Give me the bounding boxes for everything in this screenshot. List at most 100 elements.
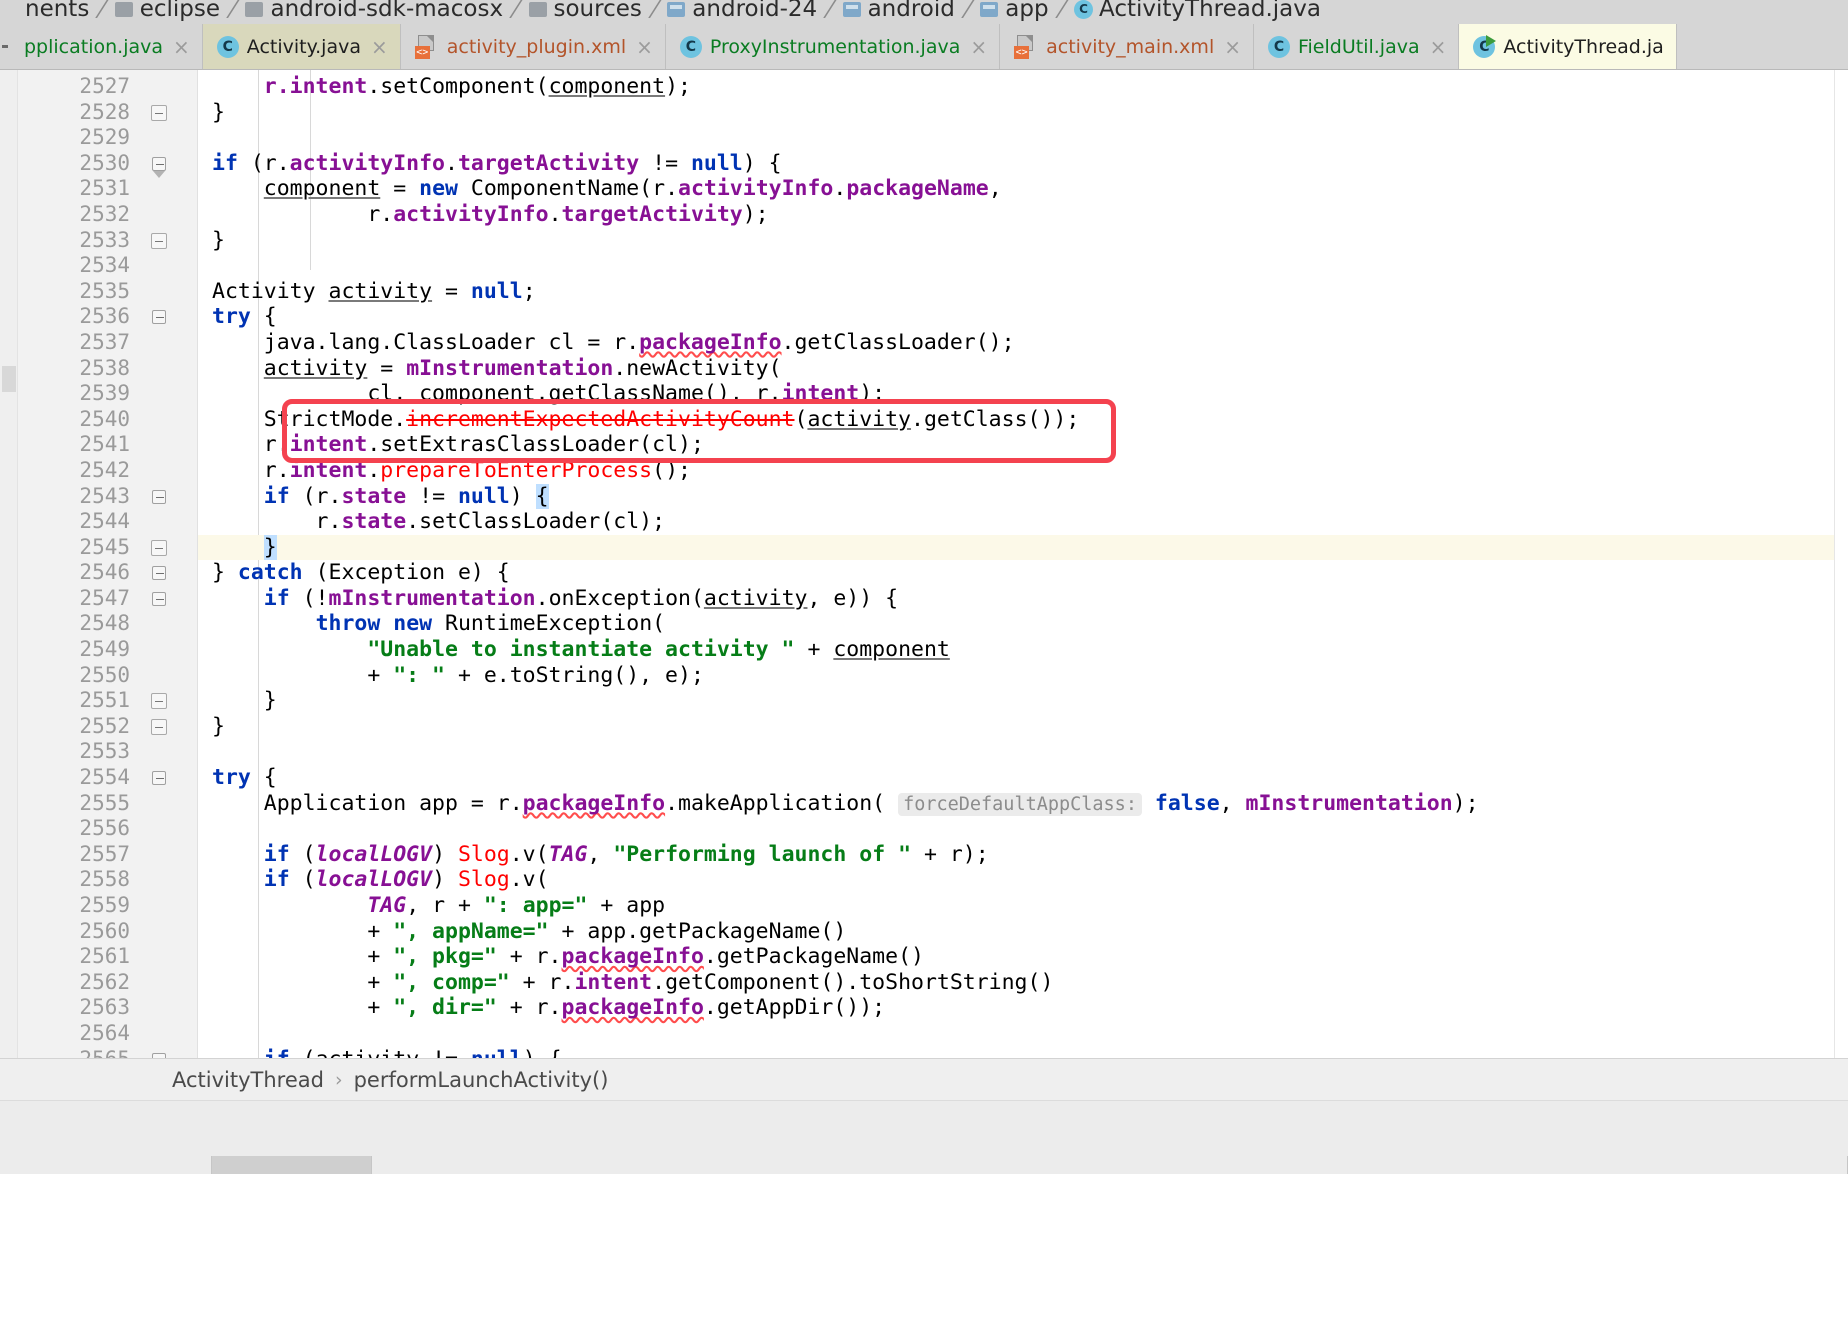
- code-line-2555[interactable]: Application app = r.packageInfo.makeAppl…: [198, 791, 1848, 817]
- code-line-2541[interactable]: r.intent.setExtrasClassLoader(cl);: [198, 432, 1848, 458]
- code-line-2560[interactable]: + ", appName=" + app.getPackageName(): [198, 919, 1848, 945]
- code-line-2543[interactable]: if (r.state != null) {: [198, 483, 1848, 510]
- tab-pplication-java[interactable]: pplication.java ×: [10, 24, 203, 69]
- breadcrumb-item-1[interactable]: eclipse: [114, 0, 220, 22]
- code-line-2528[interactable]: }: [198, 100, 1848, 126]
- line-number: 2532: [79, 201, 130, 226]
- line-number: 2552: [79, 713, 130, 738]
- tab-activity-main-xml[interactable]: <> activity_main.xml ×: [1000, 24, 1254, 69]
- fold-marker[interactable]: [140, 765, 197, 791]
- code-line-2542[interactable]: r.intent.prepareToEnterProcess();: [198, 458, 1848, 484]
- fold-marker[interactable]: [140, 304, 197, 330]
- fold-marker[interactable]: [140, 484, 197, 510]
- code-line-2561[interactable]: + ", pkg=" + r.packageInfo.getPackageNam…: [198, 944, 1848, 970]
- code-text-area[interactable]: r.intent.setComponent(component); } if (…: [198, 70, 1848, 1058]
- line-number: 2541: [79, 432, 130, 457]
- tab-activity-java[interactable]: C Activity.java ×: [202, 24, 401, 69]
- code-line-2564[interactable]: [198, 1021, 1848, 1047]
- tool-window-button-left[interactable]: [0, 1156, 212, 1174]
- fold-marker[interactable]: [140, 714, 197, 740]
- navigation-breadcrumb-bar[interactable]: nents / eclipse / android-sdk-macosx / s…: [0, 0, 1848, 24]
- change-marker[interactable]: [2, 366, 16, 392]
- fold-marker[interactable]: [140, 586, 197, 612]
- editor-tab-bar[interactable]: pplication.java × C Activity.java × <> a…: [0, 24, 1848, 70]
- code-line-2536[interactable]: try {: [198, 304, 1848, 330]
- code-editor[interactable]: 2527 2528 2529 2530 2531 2532 2533 2534 …: [0, 70, 1848, 1058]
- code-line-2553[interactable]: [198, 739, 1848, 765]
- tool-window-button-right[interactable]: [372, 1156, 1848, 1174]
- editor-marker-strip[interactable]: [0, 70, 18, 1058]
- code-line-2531[interactable]: component = new ComponentName(r.activity…: [198, 176, 1848, 202]
- fold-marker[interactable]: [140, 560, 197, 586]
- code-line-2563[interactable]: + ", dir=" + r.packageInfo.getAppDir());: [198, 995, 1848, 1021]
- tool-window-strip[interactable]: [0, 1156, 1848, 1174]
- code-line-2537[interactable]: java.lang.ClassLoader cl = r.packageInfo…: [198, 330, 1848, 356]
- code-line-2530[interactable]: if (r.activityInfo.targetActivity != nul…: [198, 151, 1848, 177]
- structure-breadcrumb-bar[interactable]: ActivityThread › performLaunchActivity(): [0, 1058, 1848, 1100]
- breadcrumb-item-6[interactable]: app: [980, 0, 1049, 22]
- tab-activity-plugin-xml[interactable]: <> activity_plugin.xml ×: [400, 24, 666, 69]
- line-number: 2564: [79, 1020, 130, 1045]
- code-line-2535[interactable]: Activity activity = null;: [198, 279, 1848, 305]
- tab-proxyinstrumentation-java[interactable]: C ProxyInstrumentation.java ×: [665, 24, 1001, 69]
- line-number: 2534: [79, 253, 130, 278]
- close-icon[interactable]: ×: [636, 37, 653, 57]
- breadcrumb-item-3[interactable]: sources: [528, 0, 642, 22]
- code-line-2545[interactable]: }: [198, 534, 1848, 561]
- code-line-2548[interactable]: throw new RuntimeException(: [198, 611, 1848, 637]
- code-line-2558[interactable]: if (localLOGV) Slog.v(: [198, 867, 1848, 893]
- code-line-2540[interactable]: StrictMode.incrementExpectedActivityCoun…: [198, 407, 1848, 433]
- fold-marker[interactable]: [140, 228, 197, 254]
- line-number: 2531: [79, 176, 130, 201]
- code-folding-column[interactable]: [140, 70, 198, 1058]
- status-bar: [0, 1100, 1848, 1156]
- breadcrumb-item-7[interactable]: C ActivityThread.java: [1074, 0, 1321, 22]
- close-icon[interactable]: ×: [1430, 37, 1447, 57]
- breadcrumb-item-5[interactable]: android: [842, 0, 955, 22]
- fold-marker[interactable]: [140, 535, 197, 561]
- tool-window-button-middle[interactable]: [212, 1156, 372, 1174]
- code-line-2534[interactable]: [198, 253, 1848, 279]
- code-line-2551[interactable]: }: [198, 688, 1848, 714]
- java-class-running-icon: C: [1473, 35, 1496, 58]
- close-icon[interactable]: ×: [970, 37, 987, 57]
- breadcrumb-item-0[interactable]: nents: [0, 0, 89, 22]
- tab-label: ProxyInstrumentation.java: [709, 35, 961, 58]
- breadcrumb-item-2[interactable]: android-sdk-macosx: [245, 0, 503, 22]
- code-line-2538[interactable]: activity = mInstrumentation.newActivity(: [198, 356, 1848, 382]
- fold-marker[interactable]: [140, 151, 197, 178]
- breadcrumb-label: android-sdk-macosx: [270, 0, 504, 22]
- fold-marker[interactable]: [140, 100, 197, 126]
- tab-activitythread-java[interactable]: C ActivityThread.ja: [1459, 24, 1677, 69]
- code-line-2546[interactable]: } catch (Exception e) {: [198, 560, 1848, 586]
- code-line-2550[interactable]: + ": " + e.toString(), e);: [198, 663, 1848, 689]
- tab-fieldutil-java[interactable]: C FieldUtil.java ×: [1253, 24, 1460, 69]
- fold-marker[interactable]: [140, 688, 197, 714]
- fold-marker[interactable]: [140, 1047, 197, 1058]
- code-line-2544[interactable]: r.state.setClassLoader(cl);: [198, 509, 1848, 535]
- code-line-2527[interactable]: r.intent.setComponent(component);: [198, 74, 1848, 100]
- code-line-2547[interactable]: if (!mInstrumentation.onException(activi…: [198, 586, 1848, 612]
- line-number: 2548: [79, 611, 130, 636]
- breadcrumb-item-4[interactable]: android-24: [667, 0, 817, 22]
- close-icon[interactable]: ×: [173, 37, 190, 57]
- folder-icon: [245, 1, 264, 17]
- breadcrumb-class-name[interactable]: ActivityThread: [172, 1068, 324, 1092]
- tab-scroll-stub[interactable]: [0, 24, 10, 69]
- code-line-2562[interactable]: + ", comp=" + r.intent.getComponent().to…: [198, 970, 1848, 996]
- code-line-2554[interactable]: try {: [198, 765, 1848, 791]
- code-line-2532[interactable]: r.activityInfo.targetActivity);: [198, 202, 1848, 228]
- code-line-2565[interactable]: if (activity != null) {: [198, 1047, 1848, 1058]
- close-icon[interactable]: ×: [371, 37, 388, 57]
- code-line-2533[interactable]: }: [198, 228, 1848, 254]
- breadcrumb-method-name[interactable]: performLaunchActivity(): [354, 1068, 609, 1092]
- code-line-2529[interactable]: [198, 125, 1848, 151]
- code-line-2559[interactable]: TAG, r + ": app=" + app: [198, 893, 1848, 919]
- code-line-2557[interactable]: if (localLOGV) Slog.v(TAG, "Performing l…: [198, 842, 1848, 868]
- code-line-2556[interactable]: [198, 816, 1848, 842]
- code-line-2552[interactable]: }: [198, 714, 1848, 740]
- close-icon[interactable]: ×: [1224, 37, 1241, 57]
- code-line-2539[interactable]: cl, component.getClassName(), r.intent);: [198, 381, 1848, 407]
- code-line-2549[interactable]: "Unable to instantiate activity " + comp…: [198, 637, 1848, 663]
- inspection-scrollbar[interactable]: [1834, 70, 1848, 1058]
